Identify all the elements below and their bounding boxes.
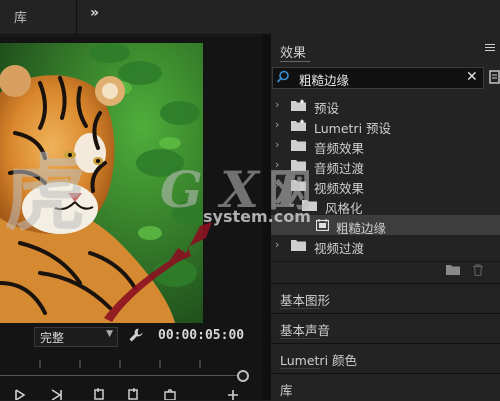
chevron-right-icon[interactable]: › <box>275 238 279 251</box>
section-libraries[interactable]: 库 <box>271 373 500 401</box>
time-ruler <box>39 360 201 368</box>
chevron-right-icon[interactable]: › <box>275 178 279 191</box>
tree-item-presets[interactable]: › 预设 <box>271 95 500 116</box>
chevron-down-icon: ▼ <box>106 329 113 339</box>
tab-library[interactable]: 库 <box>14 7 27 26</box>
tree-item-label: 视频过渡 <box>314 241 365 256</box>
folder-icon <box>291 140 306 151</box>
tree-item-audio-transitions[interactable]: › 音频过渡 <box>271 155 500 176</box>
panel-footer-divider <box>271 261 500 262</box>
add-button-icon[interactable] <box>226 388 240 400</box>
section-underline <box>280 308 320 309</box>
section-lumetri-color[interactable]: Lumetri 颜色 <box>271 343 500 372</box>
preset-bin-icon <box>291 99 306 111</box>
panel-overflow-icon[interactable]: » <box>90 5 99 21</box>
wrench-icon[interactable] <box>128 327 144 347</box>
folder-icon <box>302 200 317 211</box>
step-back-icon[interactable] <box>92 388 106 400</box>
search-input-value: 粗糙边缘 <box>299 73 350 88</box>
tree-item-video-effects[interactable]: › 视频效果 <box>271 175 500 196</box>
folder-icon <box>291 240 306 251</box>
section-essential-sound[interactable]: 基本声音 <box>271 313 500 342</box>
tree-item-video-transitions[interactable]: › 视频过渡 <box>271 235 500 256</box>
new-bin-icon[interactable] <box>446 264 460 275</box>
timecode-display[interactable]: 00:00:05:00 <box>158 328 244 343</box>
fit-dropdown-value: 完整 <box>40 331 65 345</box>
chevron-right-icon[interactable]: › <box>275 98 279 111</box>
tree-item-stylize[interactable]: ⌄ 风格化 <box>271 195 500 216</box>
chevron-right-icon[interactable]: › <box>275 158 279 171</box>
section-essential-graphics[interactable]: 基本图形 <box>271 283 500 312</box>
section-label: 基本声音 <box>280 323 331 338</box>
transport-controls <box>0 388 263 400</box>
panel-menu-icon[interactable] <box>485 44 495 53</box>
tree-item-lumetri-presets[interactable]: › Lumetri 预设 <box>271 115 500 136</box>
clear-search-icon[interactable]: ✕ <box>466 69 478 85</box>
folder-icon <box>291 180 306 191</box>
step-forward-icon[interactable] <box>126 388 140 400</box>
tab-separator <box>76 0 77 34</box>
section-underline <box>280 368 320 369</box>
chevron-right-icon[interactable]: › <box>275 118 279 131</box>
effects-panel-title[interactable]: 效果 <box>280 42 306 61</box>
mark-in-icon[interactable] <box>14 388 28 400</box>
playhead-handle[interactable] <box>237 370 249 382</box>
effect-icon <box>316 219 329 231</box>
trash-icon[interactable] <box>472 264 484 276</box>
panel-divider[interactable] <box>263 34 271 400</box>
video-frame-tiger <box>0 43 203 323</box>
folder-icon <box>291 160 306 171</box>
fit-dropdown[interactable]: 完整 ▼ <box>34 327 118 347</box>
search-icon <box>276 70 290 88</box>
chevron-down-icon[interactable]: ⌄ <box>287 196 296 209</box>
mark-out-icon[interactable] <box>50 388 64 400</box>
preset-bin-icon <box>291 119 306 131</box>
export-frame-icon[interactable] <box>163 388 177 400</box>
section-underline <box>280 338 320 339</box>
tree-item-audio-effects[interactable]: › 音频效果 <box>271 135 500 156</box>
tree-item-roughen-edges[interactable]: 粗糙边缘 <box>271 215 500 236</box>
section-label: Lumetri 颜色 <box>280 353 358 368</box>
section-label: 基本图形 <box>280 293 331 308</box>
playhead-track[interactable] <box>0 375 243 376</box>
chevron-right-icon[interactable]: › <box>275 138 279 151</box>
top-bar <box>0 0 500 35</box>
section-label: 库 <box>280 383 293 398</box>
new-custom-bin-icon[interactable] <box>489 70 500 88</box>
active-tab-underline <box>280 61 310 62</box>
